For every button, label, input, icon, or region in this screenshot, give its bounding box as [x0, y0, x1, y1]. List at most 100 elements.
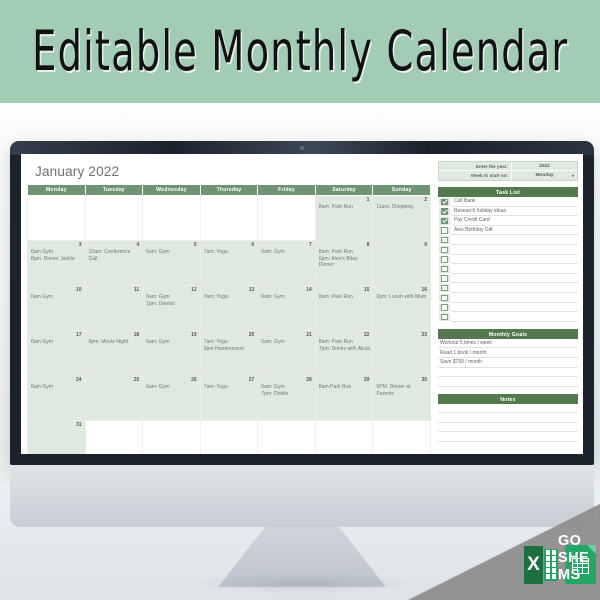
task-checkbox-cell[interactable] [438, 283, 451, 293]
goal-row[interactable]: Workout 5 times / week [438, 339, 578, 349]
calendar-empty-cell[interactable] [314, 420, 374, 454]
calendar-day-cell[interactable]: 13 7am: Yoga [199, 285, 259, 331]
checkbox-checked-icon[interactable] [441, 217, 448, 225]
calendar-empty-cell[interactable] [142, 420, 201, 454]
checkbox-icon[interactable] [441, 284, 448, 292]
checkbox-icon[interactable] [441, 304, 448, 311]
calendar-day-cell[interactable]: 4 10am: Conference Call [84, 240, 144, 286]
task-row[interactable] [438, 283, 578, 293]
note-row[interactable] [438, 404, 578, 414]
task-row[interactable] [438, 312, 578, 322]
checkbox-checked-icon[interactable] [441, 208, 448, 215]
task-text[interactable] [451, 245, 578, 255]
calendar-day-cell[interactable]: 21 6am: Gym [257, 330, 316, 376]
task-checkbox-cell[interactable] [438, 216, 451, 226]
calendar-day-cell[interactable]: 5 6am: Gym [142, 240, 201, 286]
calendar-empty-cell[interactable] [27, 195, 86, 241]
task-row[interactable] [438, 292, 578, 303]
calendar-day-cell[interactable]: 22 8am: Park Run 7pm: Drinks with Alicia [314, 330, 374, 376]
goal-row[interactable] [438, 377, 578, 387]
note-row[interactable] [438, 413, 578, 423]
task-row[interactable]: Research holiday ideas [438, 206, 578, 217]
task-text[interactable] [451, 264, 578, 274]
calendar-empty-cell[interactable] [142, 195, 201, 241]
task-checkbox-cell[interactable] [438, 206, 451, 217]
task-checkbox-cell[interactable] [438, 225, 451, 236]
calendar-day-cell[interactable]: 17 6am Gym [27, 330, 86, 376]
calendar-day-cell[interactable]: 3 6am Gym 8pm: Dinner Jackie [27, 240, 86, 286]
calendar-day-cell[interactable]: 6 7am: Yoga [199, 240, 259, 286]
task-text[interactable] [451, 283, 578, 293]
task-checkbox-cell[interactable] [438, 292, 451, 303]
calendar-day-cell[interactable]: 10 6am Gym [27, 285, 86, 331]
task-text[interactable]: Alex Birthday Gift [451, 226, 578, 236]
task-row[interactable]: Alex Birthday Gift [438, 225, 578, 236]
checkbox-icon[interactable] [441, 313, 448, 321]
calendar-day-cell[interactable]: 9 [372, 240, 431, 286]
checkbox-icon[interactable] [441, 294, 448, 301]
task-row[interactable] [438, 273, 578, 284]
task-checkbox-cell[interactable] [438, 264, 451, 274]
calendar-day-cell[interactable]: 11 [84, 285, 144, 331]
task-checkbox-cell[interactable] [438, 312, 451, 322]
goal-row[interactable]: Read 1 book / month [438, 348, 578, 358]
checkbox-icon[interactable] [441, 256, 448, 263]
calendar-day-cell[interactable]: 2 11am: Shopping [372, 195, 431, 241]
task-text[interactable] [451, 312, 578, 322]
calendar-day-cell[interactable]: 16 2pm: Lunch with Mum [372, 285, 431, 331]
calendar-day-cell[interactable]: 29 8am Park Run [314, 375, 374, 421]
task-text[interactable] [451, 255, 578, 265]
calendar-empty-cell[interactable] [257, 195, 316, 241]
task-checkbox-cell[interactable] [438, 254, 451, 265]
calendar-day-cell[interactable]: 14 6am: Gym [257, 285, 316, 331]
calendar-day-cell[interactable]: 1 8am: Park Run [314, 195, 374, 241]
calendar-day-cell[interactable]: 24 6am Gym [27, 375, 86, 421]
calendar-day-cell[interactable]: 8 8am: Park Run 6pm: Alex's Bday Dinner [314, 240, 374, 286]
task-row[interactable] [438, 302, 578, 313]
checkbox-icon[interactable] [441, 246, 448, 253]
setting-dropdown[interactable]: Monday ▾ [511, 171, 577, 180]
task-text[interactable]: Pay Credit Card [451, 216, 578, 226]
chevron-down-icon[interactable]: ▾ [572, 173, 574, 178]
setting-input[interactable]: 2022 [511, 162, 577, 170]
note-row[interactable] [438, 423, 578, 433]
checkbox-icon[interactable] [441, 227, 448, 234]
task-text[interactable] [451, 235, 578, 245]
task-row[interactable]: Call Bank [438, 197, 578, 207]
calendar-day-cell[interactable]: 7 6am: Gym [257, 240, 316, 286]
calendar-day-cell[interactable]: 30 5PM: Dinner at Parents [372, 375, 431, 421]
calendar-empty-cell[interactable] [84, 420, 144, 454]
calendar-day-cell[interactable]: 25 [84, 375, 144, 421]
checkbox-checked-icon[interactable] [441, 198, 448, 205]
calendar-day-cell[interactable]: 28 6am: Gym 7pm: Drinks [257, 375, 316, 421]
task-row[interactable] [438, 254, 578, 265]
task-row[interactable] [438, 244, 578, 255]
note-row[interactable] [438, 432, 578, 443]
calendar-day-cell[interactable]: 20 7am: Yoga 2pm Hairdressers [199, 330, 259, 376]
task-checkbox-cell[interactable] [438, 244, 451, 255]
task-text[interactable] [451, 274, 578, 284]
goal-row[interactable] [438, 368, 578, 378]
task-text[interactable] [451, 293, 578, 303]
task-checkbox-cell[interactable] [438, 235, 451, 245]
task-text[interactable]: Call Bank [451, 197, 578, 207]
calendar-day-cell[interactable]: 26 6am: Gym [142, 375, 201, 421]
calendar-day-cell[interactable]: 18 6pm: Movie Night [84, 330, 144, 376]
task-text[interactable]: Research holiday ideas [451, 207, 578, 217]
calendar-day-cell[interactable]: 23 [372, 330, 431, 376]
task-row[interactable] [438, 264, 578, 274]
task-row[interactable]: Pay Credit Card [438, 216, 578, 226]
calendar-day-cell[interactable]: 15 8am: Park Run [314, 285, 374, 331]
calendar-day-cell[interactable]: 12 6am: Gym 1pm: Dentist [142, 285, 201, 331]
task-checkbox-cell[interactable] [438, 302, 451, 313]
calendar-day-cell[interactable]: 19 6am: Gym [142, 330, 201, 376]
goal-row[interactable]: Save $750 / month [438, 358, 578, 368]
task-text[interactable] [451, 303, 578, 313]
task-row[interactable] [438, 235, 578, 245]
calendar-empty-cell[interactable] [199, 195, 259, 241]
calendar-empty-cell[interactable] [84, 195, 144, 241]
calendar-empty-cell[interactable] [372, 420, 431, 454]
calendar-day-cell[interactable]: 31 [27, 420, 86, 454]
checkbox-icon[interactable] [441, 236, 448, 244]
calendar-empty-cell[interactable] [257, 420, 316, 454]
